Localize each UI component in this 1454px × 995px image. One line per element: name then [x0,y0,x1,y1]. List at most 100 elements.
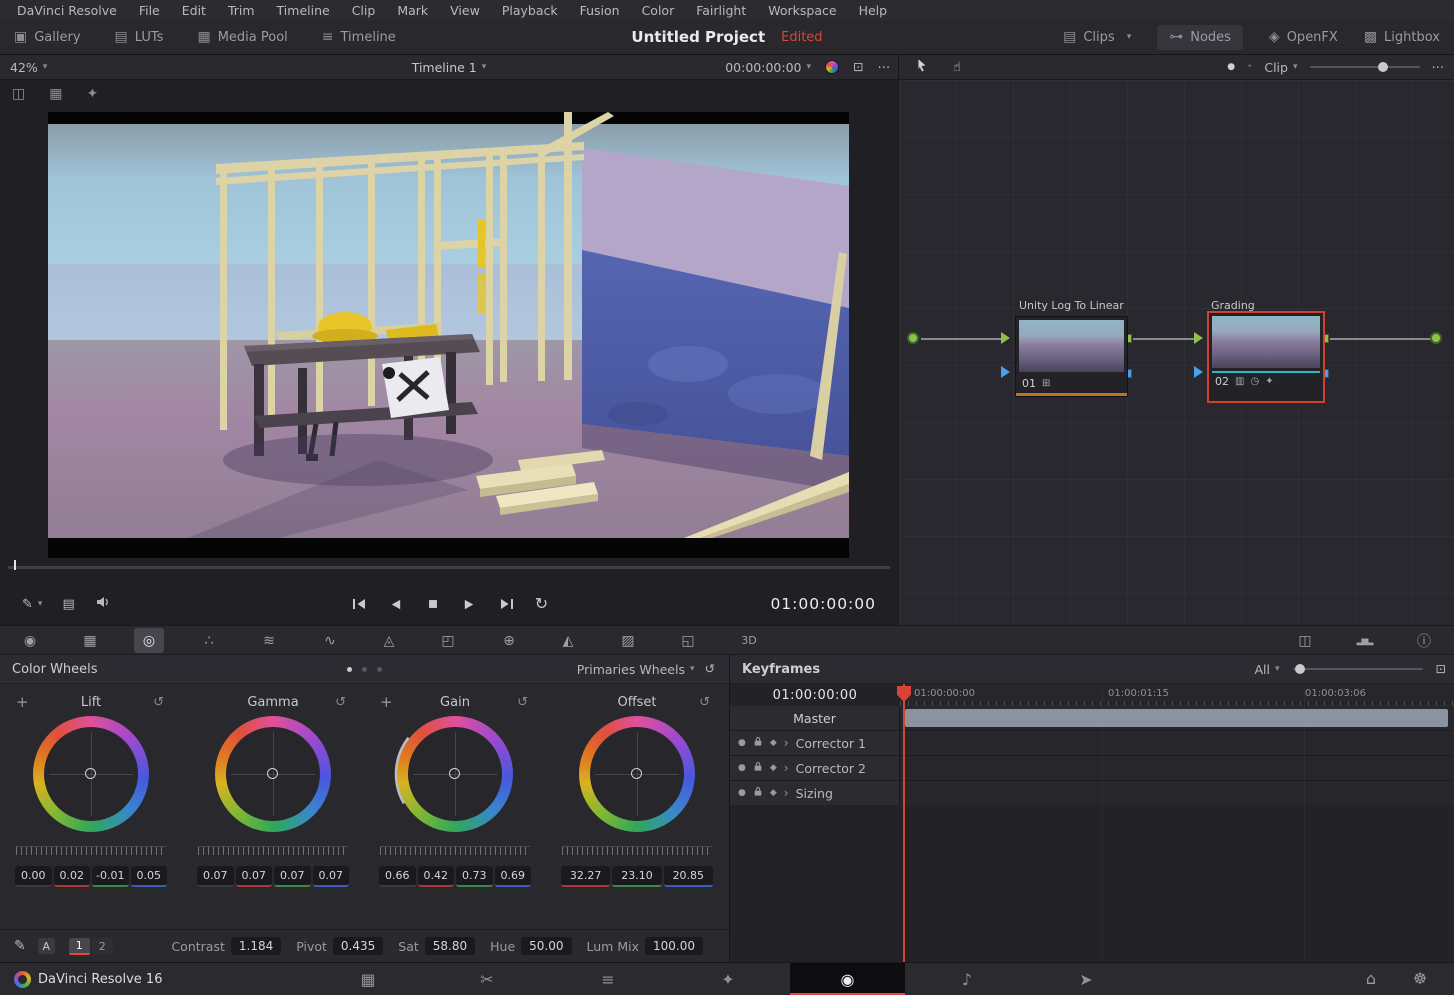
graph-input-dot[interactable] [907,332,919,344]
lift-master-slider[interactable] [16,846,166,855]
keyframe-track-sizing[interactable]: ● ◆ › Sizing [730,781,1454,806]
offset-master-slider[interactable] [562,846,712,855]
reset-icon[interactable]: ↺ [517,696,528,709]
menu-trim[interactable]: Trim [217,3,266,18]
gain-r-value[interactable]: 0.42 [418,866,455,887]
menu-file[interactable]: File [128,3,171,18]
fairlight-page-button[interactable]: ♪ [939,963,995,995]
split-screen-icon[interactable]: ◫ [1290,628,1320,653]
clips-button[interactable]: ▤ Clips ▾ [1063,30,1131,45]
keyframe-diamond-icon[interactable]: ◆ [770,764,777,773]
wheel-indicator[interactable] [449,768,460,779]
keyframe-diamond-icon[interactable]: ◆ [770,789,777,798]
edit-page-button[interactable]: ≡ [580,963,636,995]
enable-dot-icon[interactable]: ● [738,764,746,773]
key-icon[interactable]: ▨ [613,628,643,653]
transport-timecode[interactable]: 01:00:00:00 [770,583,876,625]
gain-wheel[interactable] [397,716,513,832]
color-wheels-icon[interactable]: ◎ [134,628,164,653]
wheels-mode-select[interactable]: Primaries Wheels ▾ [577,662,695,677]
viewer-video[interactable] [48,112,849,558]
node-graph[interactable]: Unity Log To Linear 01 ⊞ Grading 02 ▥ ◷ … [899,80,1454,625]
pivot-value[interactable]: 0.435 [333,937,383,955]
media-pool-button[interactable]: ▦ Media Pool [197,30,287,45]
lift-g-value[interactable]: -0.01 [92,866,129,887]
loop-button[interactable]: ↻ [535,596,548,612]
keyframes-timecode[interactable]: 01:00:00:00 [730,684,900,706]
lock-icon[interactable] [753,736,763,751]
gamma-wheel[interactable] [215,716,331,832]
media-page-button[interactable]: ▦ [340,963,396,995]
pan-tool-icon[interactable]: ☝ [953,61,961,74]
viewer-scrub-playhead[interactable] [14,560,16,570]
gain-y-value[interactable]: 0.66 [379,866,416,887]
keyframe-track-corrector1[interactable]: ● ◆ › Corrector 1 [730,731,1454,756]
scopes-icon[interactable]: ▂▅▂ [1349,628,1379,653]
lift-wheel[interactable] [33,716,149,832]
sizing-icon[interactable]: ◱ [673,628,703,653]
keyframe-track-master[interactable]: Master [730,706,1454,731]
camera-raw-icon[interactable]: ◉ [15,628,45,653]
wheel-indicator[interactable] [267,768,278,779]
lightbox-button[interactable]: ▩ Lightbox [1364,30,1440,45]
color-match-icon[interactable]: ▦ [75,628,105,653]
fusion-page-button[interactable]: ✦ [700,963,756,995]
menu-view[interactable]: View [439,3,491,18]
lift-r-value[interactable]: 0.02 [54,866,91,887]
page-dot-2[interactable] [362,667,367,672]
page-dot-3[interactable] [377,667,382,672]
deliver-page-button[interactable]: ➤ [1058,963,1114,995]
jump-to-end-button[interactable] [498,595,516,613]
node-options-icon[interactable]: ⋯ [1432,61,1445,74]
menu-workspace[interactable]: Workspace [757,3,847,18]
node-input-triangle[interactable] [1001,332,1010,344]
qualifier-icon[interactable]: ◬ [374,628,404,653]
color-gamut-icon[interactable] [825,60,839,74]
expand-chevron-icon[interactable]: › [784,762,789,774]
project-manager-home-icon[interactable]: ⌂ [1351,963,1391,995]
menu-mark[interactable]: Mark [386,3,439,18]
page-dot-1[interactable] [347,667,352,672]
info-icon[interactable]: ⓘ [1409,628,1439,653]
viewer-options-icon[interactable]: ⋯ [878,61,891,74]
reset-all-icon[interactable]: ↺ [705,663,715,676]
tracker-icon[interactable]: ⊕ [494,628,524,653]
grid-view-icon[interactable]: ▦ [49,87,62,101]
menu-playback[interactable]: Playback [491,3,569,18]
menu-edit[interactable]: Edit [171,3,217,18]
expand-panel-icon[interactable]: ⊡ [1436,663,1446,676]
luts-button[interactable]: ▤ LUTs [115,30,164,45]
gain-master-slider[interactable] [380,846,530,855]
node-zoom-slider[interactable] [1310,66,1420,68]
play-button[interactable] [461,595,479,613]
crosshair-icon[interactable]: + [16,695,29,710]
gain-g-value[interactable]: 0.73 [456,866,493,887]
gain-b-value[interactable]: 0.69 [495,866,532,887]
hue-value[interactable]: 50.00 [521,937,571,955]
wipe-modes-icon[interactable]: ◫ [12,87,25,101]
gamma-g-value[interactable]: 0.07 [274,866,311,887]
viewer-scrub-bar[interactable] [8,566,890,569]
viewer-timecode-select[interactable]: 00:00:00:00 ▾ [725,60,811,75]
power-windows-icon[interactable]: ◰ [433,628,463,653]
menu-app[interactable]: DaVinci Resolve [6,3,128,18]
offset-g-value[interactable]: 23.10 [612,866,661,887]
stop-button[interactable] [424,595,442,613]
wheel-indicator[interactable] [85,768,96,779]
menu-help[interactable]: Help [848,3,899,18]
expand-chevron-icon[interactable]: › [784,737,789,749]
keyframes-filter-select[interactable]: All ▾ [1254,662,1279,677]
blur-icon[interactable]: ◭ [553,628,583,653]
wheel-page-1-button[interactable]: 1 [69,938,90,955]
keyframe-diamond-icon[interactable]: ◆ [770,739,777,748]
menu-color[interactable]: Color [631,3,686,18]
node-input-triangle[interactable] [1194,332,1203,344]
openfx-button[interactable]: ◈ OpenFX [1269,30,1338,45]
offset-wheel[interactable] [579,716,695,832]
sat-value[interactable]: 58.80 [425,937,475,955]
keyframe-track-corrector2[interactable]: ● ◆ › Corrector 2 [730,756,1454,781]
rgb-mixer-icon[interactable]: ∴ [194,628,224,653]
menu-fusion[interactable]: Fusion [569,3,631,18]
timeline-select[interactable]: Timeline 1 ▾ [412,60,487,75]
offset-b-value[interactable]: 20.85 [664,866,713,887]
